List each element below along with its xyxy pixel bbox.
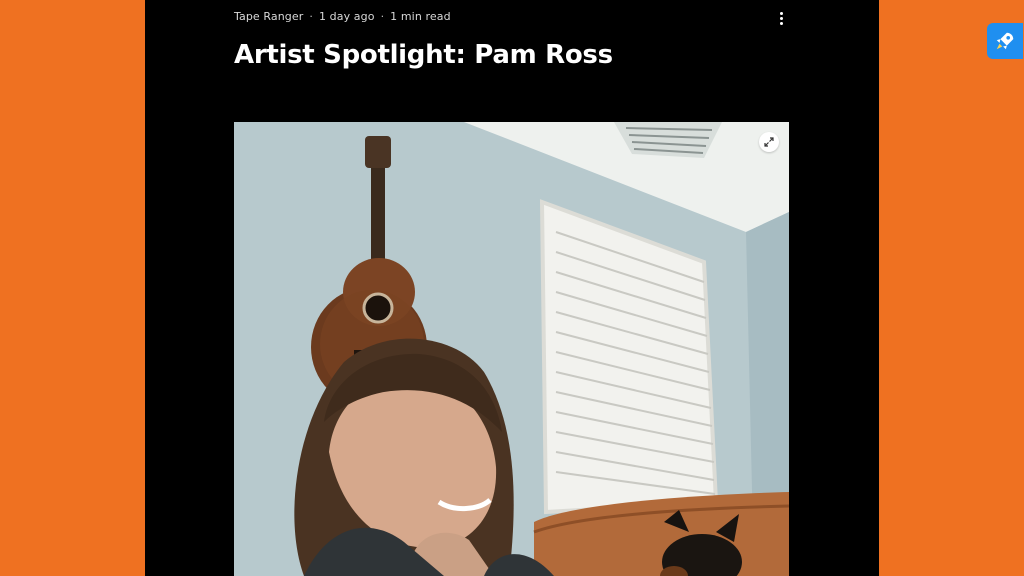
post-image[interactable] [234,122,789,576]
blog-post: Tape Ranger · 1 day ago · 1 min read Art… [145,0,879,576]
post-title: Artist Spotlight: Pam Ross [234,40,613,70]
expand-icon[interactable] [759,132,779,152]
meta-separator: · [309,10,313,23]
author-link[interactable]: Tape Ranger [234,10,303,23]
photo-illustration [234,122,789,576]
publish-date[interactable]: 1 day ago [319,10,375,23]
more-actions-icon[interactable] [773,9,789,27]
rocket-icon[interactable] [987,23,1023,59]
post-meta: Tape Ranger · 1 day ago · 1 min read [234,10,451,23]
read-time: 1 min read [390,10,451,23]
meta-separator: · [380,10,385,23]
